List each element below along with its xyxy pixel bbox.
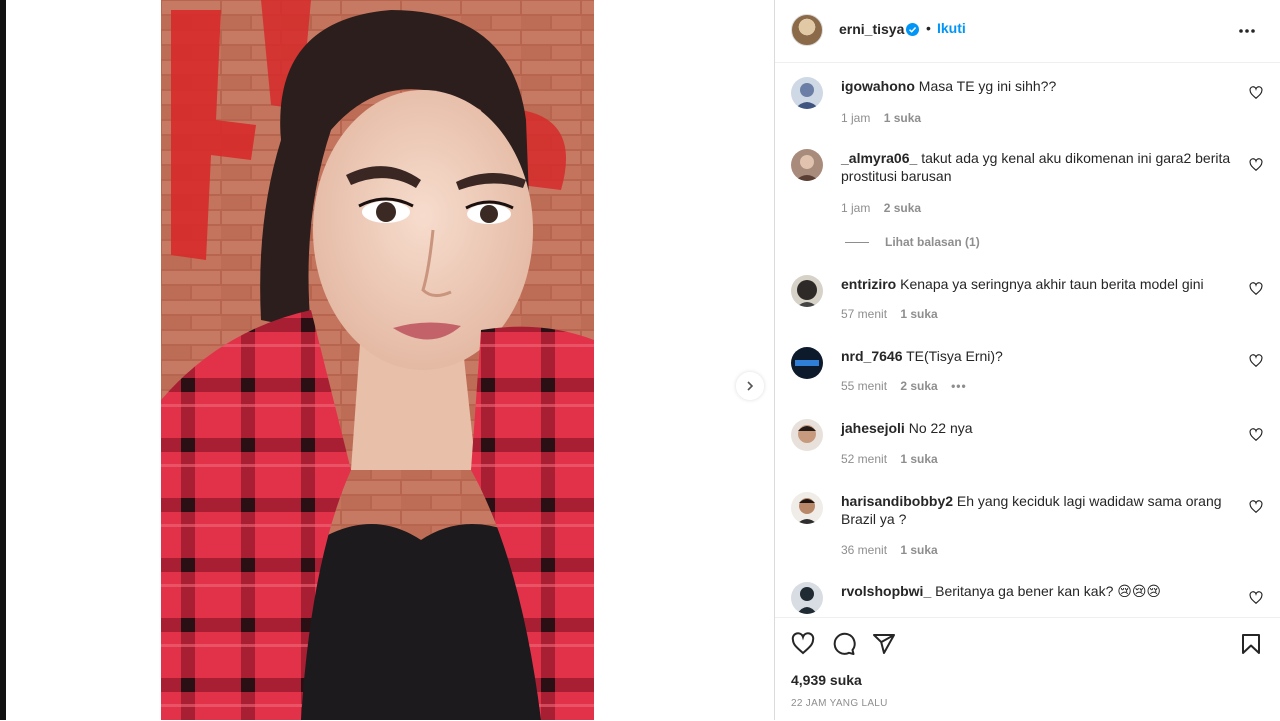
comment-username[interactable]: jahesejoli [841, 420, 905, 436]
comments-list[interactable]: igowahono Masa TE yg ini sihh?? 1 jam 1 … [775, 63, 1280, 616]
comment-more-button[interactable]: ••• [951, 379, 967, 393]
comment-meta: 1 jam 2 suka [841, 201, 931, 215]
next-media-button[interactable] [736, 372, 764, 400]
view-replies-button[interactable]: Lihat balasan (1) [845, 235, 980, 249]
comment-likes[interactable]: 1 suka [900, 452, 937, 466]
heart-icon[interactable] [791, 632, 815, 656]
post-photo-illustration [161, 0, 594, 720]
send-icon[interactable] [872, 632, 896, 656]
comment-meta: 1 jam 1 suka [841, 111, 931, 125]
comment-body: harisandibobby2 Eh yang keciduk lagi wad… [841, 492, 1241, 528]
replies-line [845, 242, 869, 244]
comment-time: 55 menit [841, 379, 888, 393]
comment-heart-icon[interactable] [1249, 428, 1263, 442]
post-timestamp: 22 JAM YANG LALU [791, 698, 888, 709]
comment-heart-icon[interactable] [1249, 86, 1263, 100]
comment-heart-icon[interactable] [1249, 354, 1263, 368]
commenter-avatar[interactable] [791, 492, 823, 524]
comment-meta: 55 menit 2 suka ••• [841, 379, 977, 393]
comment-text: Kenapa ya seringnya akhir taun berita mo… [900, 276, 1204, 292]
comment-username[interactable]: rvolshopbwi_ [841, 583, 931, 599]
post-side-panel: erni_tisya • Ikuti igowahono Masa TE yg … [775, 0, 1280, 720]
comment-time: 1 jam [841, 201, 871, 215]
separator-dot: • [926, 20, 931, 36]
comment-heart-icon[interactable] [1249, 591, 1263, 605]
post-likes-count[interactable]: 4,939 suka [791, 672, 862, 688]
comment-body: _almyra06_ takut ada yg kenal aku dikome… [841, 149, 1241, 185]
comment-text: TE(Tisya Erni)? [906, 348, 1003, 364]
comment-meta: 52 menit 1 suka [841, 452, 948, 466]
commenter-avatar[interactable] [791, 149, 823, 181]
comment-time: 57 menit [841, 307, 888, 321]
comment-meta: 57 menit 1 suka [841, 307, 948, 321]
comment-text: Masa TE yg ini sihh?? [918, 78, 1057, 94]
follow-button[interactable]: Ikuti [937, 20, 966, 36]
comment-likes[interactable]: 1 suka [900, 543, 937, 557]
comment-meta: 36 menit 1 suka [841, 543, 948, 557]
comment-time: 1 jam [841, 111, 871, 125]
comment-heart-icon[interactable] [1249, 500, 1263, 514]
comment-heart-icon[interactable] [1249, 158, 1263, 172]
post-header: erni_tisya • Ikuti [775, 0, 1280, 63]
more-horizontal-icon[interactable] [1237, 24, 1257, 38]
commenter-avatar[interactable] [791, 77, 823, 109]
comment-text: Beritanya ga bener kan kak? 😢😢😢 [935, 583, 1162, 599]
post-photo[interactable] [161, 0, 594, 720]
comment-username[interactable]: _almyra06_ [841, 150, 917, 166]
comment-body: jahesejoli No 22 nya [841, 419, 1241, 437]
comment-body: entriziro Kenapa ya seringnya akhir taun… [841, 275, 1241, 293]
comment-time: 36 menit [841, 543, 888, 557]
commenter-avatar[interactable] [791, 347, 823, 379]
author-username[interactable]: erni_tisya [839, 21, 904, 37]
comment-text: No 22 nya [908, 420, 973, 436]
comment-likes[interactable]: 1 suka [884, 111, 921, 125]
post-media-area [0, 0, 775, 720]
commenter-avatar[interactable] [791, 419, 823, 451]
media-left-edge [0, 0, 6, 720]
comment-likes[interactable]: 2 suka [884, 201, 921, 215]
chevron-right-icon [747, 381, 754, 391]
comment-username[interactable]: nrd_7646 [841, 348, 902, 364]
comment-time: 52 menit [841, 452, 888, 466]
view-replies-label: Lihat balasan (1) [885, 235, 980, 249]
comment-heart-icon[interactable] [1249, 282, 1263, 296]
bookmark-icon[interactable] [1239, 632, 1263, 656]
comment-body: igowahono Masa TE yg ini sihh?? [841, 77, 1241, 95]
post-actions-bar: 4,939 suka 22 JAM YANG LALU [775, 617, 1280, 721]
verified-badge-icon [906, 23, 919, 36]
comment-body: nrd_7646 TE(Tisya Erni)? [841, 347, 1241, 365]
comment-likes[interactable]: 2 suka [900, 379, 937, 393]
comment-username[interactable]: igowahono [841, 78, 915, 94]
author-avatar[interactable] [791, 14, 823, 46]
comment-username[interactable]: entriziro [841, 276, 896, 292]
commenter-avatar[interactable] [791, 275, 823, 307]
comment-body: rvolshopbwi_ Beritanya ga bener kan kak?… [841, 582, 1241, 600]
comment-likes[interactable]: 1 suka [900, 307, 937, 321]
comment-username[interactable]: harisandibobby2 [841, 493, 953, 509]
commenter-avatar[interactable] [791, 582, 823, 614]
comment-icon[interactable] [832, 632, 856, 656]
